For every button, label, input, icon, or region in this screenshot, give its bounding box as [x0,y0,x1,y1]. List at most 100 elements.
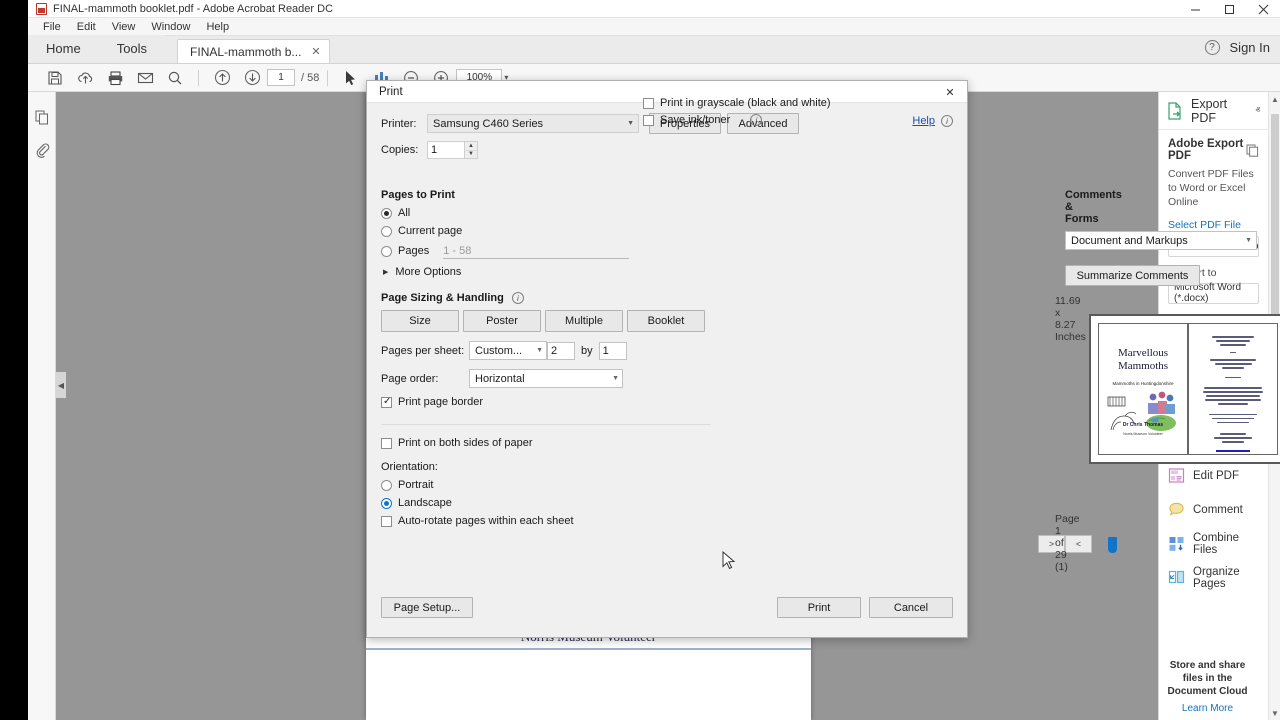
print-button[interactable]: Print [777,597,861,618]
printer-select[interactable]: Samsung C460 Series ▼ [427,114,639,133]
email-icon[interactable] [130,65,160,91]
both-sides-checkbox[interactable] [381,438,392,449]
auto-rotate-checkbox[interactable] [381,516,392,527]
menu-edit[interactable]: Edit [69,18,104,36]
radio-portrait[interactable]: Portrait [381,479,711,491]
info-icon[interactable]: i [750,114,762,126]
pages-per-sheet-value: Custom... [475,345,522,357]
tab-home[interactable]: Home [28,35,99,63]
by-label: by [581,345,593,357]
menu-help[interactable]: Help [198,18,237,36]
size-button[interactable]: Size [381,310,459,332]
preview-slider-thumb[interactable] [1108,537,1117,553]
tool-label: Combine Files [1193,532,1251,556]
radio-pages[interactable]: Pages 1 - 58 [381,243,711,259]
printer-label: Printer: [381,118,427,130]
both-sides-label: Print on both sides of paper [398,437,533,449]
saveink-option[interactable]: Save ink/toner i [643,114,831,126]
close-icon[interactable]: ✕ [311,45,320,58]
menu-view[interactable]: View [104,18,144,36]
title-bar: FINAL-mammoth booklet.pdf - Adobe Acroba… [28,0,1280,18]
radio-portrait-label: Portrait [398,479,433,491]
more-options-toggle[interactable]: ▶ More Options [381,266,711,278]
info-icon[interactable]: i [941,115,953,127]
tab-document-label: FINAL-mammoth b... [190,45,301,59]
help-icon[interactable]: ? [1205,40,1220,55]
copies-stepper[interactable]: ▲ ▼ [465,141,478,159]
tool-organize-pages[interactable]: Organize Pages ⱟ [1159,561,1268,595]
tool-combine-files[interactable]: Combine Files ⱟ [1159,527,1268,561]
radio-pages-indicator[interactable] [381,246,392,257]
maximize-button[interactable] [1212,0,1246,18]
search-icon[interactable] [160,65,190,91]
adobe-export-pdf-label: Adobe Export PDF [1168,138,1246,162]
pages-range-input[interactable]: 1 - 58 [443,243,629,259]
upload-cloud-icon[interactable] [70,65,100,91]
help-link[interactable]: Help [912,115,935,127]
previous-page-icon[interactable] [207,65,237,91]
radio-current-page[interactable]: Current page [381,225,711,237]
triangle-right-icon: ▶ [383,268,388,276]
print-dialog-body: Pages to Print All Current page Pages 1 … [367,189,967,589]
close-button[interactable] [1246,0,1280,18]
print-icon[interactable] [100,65,130,91]
select-tool-icon[interactable] [336,65,366,91]
select-pdf-file-link[interactable]: Select PDF File [1168,219,1259,231]
rows-input[interactable]: 1 [599,342,627,360]
radio-landscape[interactable]: Landscape [381,497,711,509]
page-order-label: Page order: [381,373,469,385]
collapse-left-panel-icon[interactable]: ◀ [56,372,66,398]
tool-comment[interactable]: Comment [1159,493,1268,527]
auto-rotate-option[interactable]: Auto-rotate pages within each sheet [381,515,711,527]
grayscale-checkbox[interactable] [643,98,654,109]
columns-input[interactable]: 2 [547,342,575,360]
minimize-button[interactable] [1178,0,1212,18]
copy-icon[interactable] [1246,144,1259,157]
booklet-button[interactable]: Booklet [627,310,705,332]
print-page-border-checkbox[interactable] [381,397,392,408]
tab-document[interactable]: FINAL-mammoth b... ✕ [177,39,330,63]
page-setup-button[interactable]: Page Setup... [381,597,473,618]
radio-pages-label: Pages [398,245,429,257]
next-page-icon[interactable] [237,65,267,91]
page-order-select[interactable]: Horizontal ▼ [469,369,623,388]
page-number-input[interactable]: 1 [267,69,295,86]
page-thumbnails-icon[interactable] [28,102,56,134]
tab-tools[interactable]: Tools [99,35,165,63]
preview-prev-button[interactable]: < [1065,535,1092,553]
scroll-up-icon[interactable]: ▲ [1269,92,1280,106]
multiple-button[interactable]: Multiple [545,310,623,332]
radio-portrait-indicator[interactable] [381,480,392,491]
radio-all[interactable]: All [381,207,711,219]
menu-file[interactable]: File [35,18,69,36]
stepper-up-icon[interactable]: ▲ [465,142,477,151]
copies-input[interactable]: 1 [427,141,465,159]
radio-all-indicator[interactable] [381,208,392,219]
stepper-down-icon[interactable]: ▼ [465,151,477,159]
saveink-checkbox[interactable] [643,115,654,126]
tool-label: Comment [1193,504,1259,516]
page-order-value: Horizontal [475,373,525,385]
save-icon[interactable] [40,65,70,91]
scroll-down-icon[interactable]: ▼ [1269,706,1280,720]
attachments-icon[interactable] [28,134,56,166]
print-page-border-option[interactable]: Print page border [381,396,711,408]
menu-window[interactable]: Window [143,18,198,36]
learn-more-link[interactable]: Learn More [1165,703,1250,714]
summarize-comments-button[interactable]: Summarize Comments [1065,265,1200,286]
both-sides-option[interactable]: Print on both sides of paper [381,424,711,449]
radio-landscape-indicator[interactable] [381,498,392,509]
poster-button[interactable]: Poster [463,310,541,332]
grayscale-option[interactable]: Print in grayscale (black and white) [643,97,831,109]
chevron-up-icon[interactable]: ⱏ [1256,105,1260,116]
pages-per-sheet-row: Pages per sheet: Custom... ▼ 2 by 1 [381,341,711,360]
pages-per-sheet-select[interactable]: Custom... ▼ [469,341,547,360]
cancel-button[interactable]: Cancel [869,597,953,618]
radio-current-page-indicator[interactable] [381,226,392,237]
print-dialog-footer: Page Setup... Print Cancel [367,589,967,637]
sign-in-button[interactable]: Sign In [1230,40,1270,55]
info-icon[interactable]: i [512,292,524,304]
close-icon[interactable]: ✕ [933,81,967,103]
comments-forms-select[interactable]: Document and Markups ▼ [1065,231,1257,250]
export-pdf-header[interactable]: Export PDF ⱏ [1159,92,1268,130]
